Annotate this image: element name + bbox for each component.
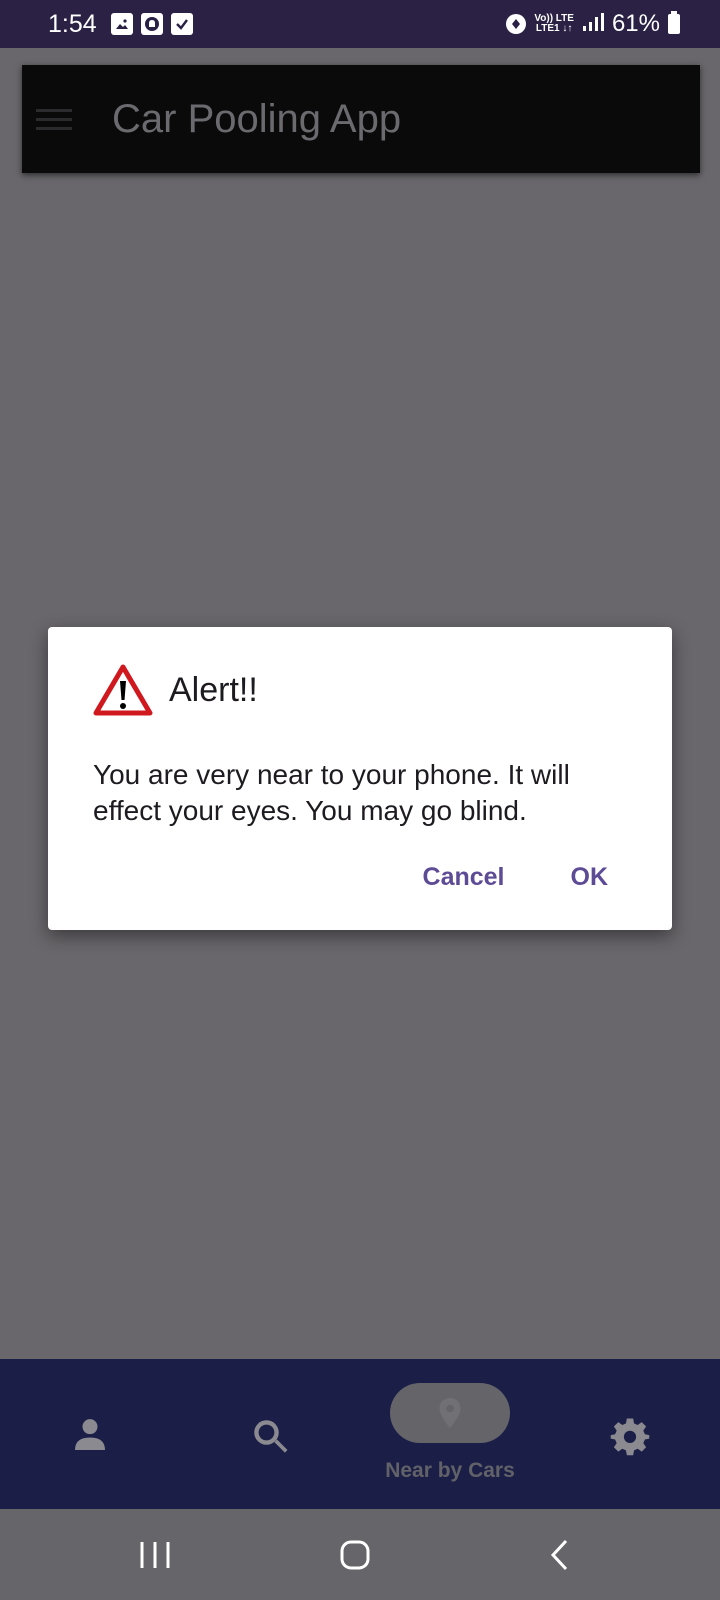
nav-item-near-by-cars[interactable]: Near by Cars — [370, 1359, 530, 1509]
network-indicator: Vo)) LTE LTE1 ↓↑ — [534, 14, 574, 34]
status-bar: 1:54 Vo)) LTE LTE1 ↓↑ 61% — [0, 0, 720, 48]
signal-icon — [582, 12, 604, 37]
cancel-button[interactable]: Cancel — [423, 863, 505, 892]
ok-button[interactable]: OK — [571, 863, 609, 892]
warning-icon — [93, 664, 153, 716]
network-bottom-label: LTE1 ↓↑ — [535, 23, 573, 34]
gear-icon — [610, 1418, 650, 1456]
back-button[interactable] — [540, 1509, 580, 1600]
location-pin-icon — [439, 1398, 461, 1428]
menu-icon[interactable] — [36, 103, 72, 136]
image-icon — [110, 13, 133, 35]
nav-item-settings[interactable] — [600, 1359, 660, 1509]
dialog-header: Alert!! — [93, 663, 628, 717]
dialog-message: You are very near to your phone. It will… — [93, 759, 570, 826]
system-navigation-bar — [0, 1509, 720, 1600]
app-title: Car Pooling App — [112, 96, 402, 141]
battery-icon — [668, 11, 680, 34]
status-time: 1:54 — [48, 9, 97, 38]
nav-label-near-by-cars: Near by Cars — [385, 1459, 515, 1482]
nav-item-search[interactable] — [240, 1359, 300, 1509]
dialog-actions: Cancel OK — [423, 863, 608, 892]
checkbox-icon — [170, 13, 193, 35]
data-saver-icon — [506, 14, 527, 34]
status-right: Vo)) LTE LTE1 ↓↑ 61% — [506, 10, 680, 38]
person-icon — [75, 1419, 105, 1450]
app-bar: Car Pooling App — [22, 65, 700, 173]
notification-icon — [140, 13, 163, 35]
search-icon — [254, 1420, 288, 1453]
recents-icon — [140, 1541, 170, 1568]
recents-button[interactable] — [130, 1509, 180, 1600]
dialog-title: Alert!! — [169, 670, 258, 709]
home-button[interactable] — [335, 1509, 375, 1600]
alert-dialog: Alert!! You are very near to your phone.… — [48, 627, 672, 930]
home-icon — [340, 1540, 370, 1569]
bottom-navigation: Near by Cars — [0, 1359, 720, 1509]
battery-percent: 61% — [611, 10, 660, 37]
status-left: 1:54 — [48, 10, 193, 39]
back-icon — [550, 1539, 568, 1570]
nav-active-indicator — [390, 1383, 510, 1443]
nav-item-profile[interactable] — [60, 1359, 120, 1509]
